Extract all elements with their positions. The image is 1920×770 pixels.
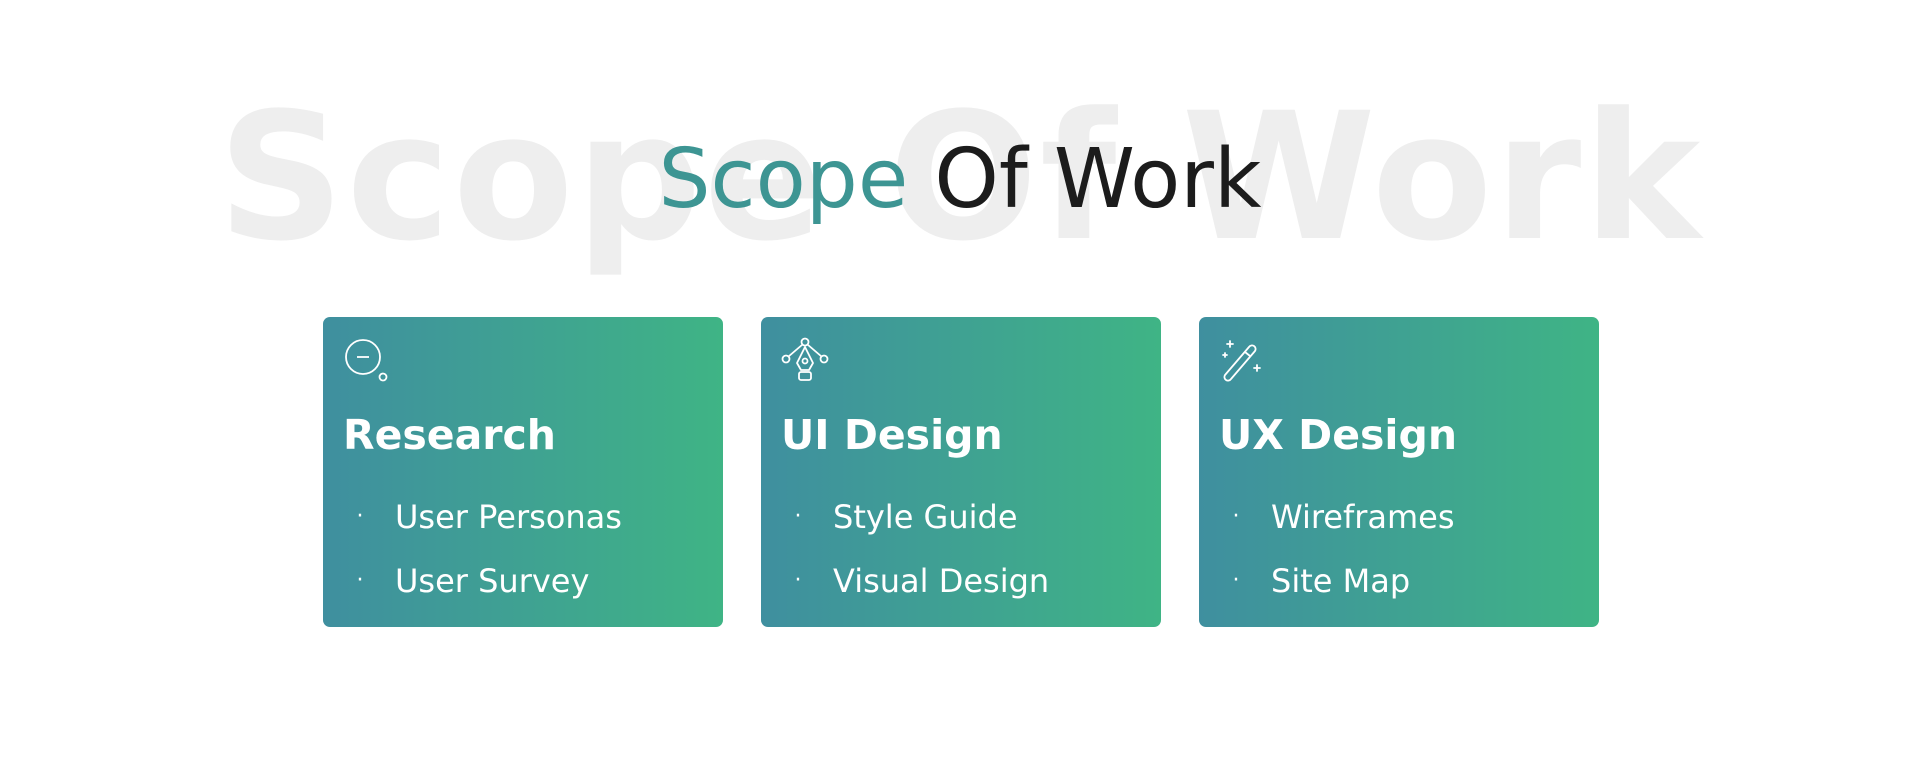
list-item-label: User Personas xyxy=(395,498,622,536)
list-item: · User Survey xyxy=(345,561,622,625)
card-ux-design: UX Design · Wireframes · Site Map xyxy=(1199,317,1599,627)
page: Scope Of Work Scope Of Work Research · Us… xyxy=(0,0,1920,770)
bullet: · xyxy=(794,568,802,593)
bullet: · xyxy=(356,568,364,593)
service-cards: Research · User Personas · User Survey U… xyxy=(323,317,1599,627)
list-item: · Visual Design xyxy=(783,561,1050,625)
bullet: · xyxy=(1232,504,1240,529)
list-item-label: User Survey xyxy=(395,562,590,600)
list-item-label: Visual Design xyxy=(833,562,1050,600)
card-title: Research xyxy=(343,411,556,459)
list-item: · Wireframes xyxy=(1221,497,1455,561)
card-research: Research · User Personas · User Survey xyxy=(323,317,723,627)
magnifier-minus-icon xyxy=(343,337,391,385)
list-item: · Site Map xyxy=(1221,561,1455,625)
page-title: Scope Of Work xyxy=(0,130,1920,230)
list-item-label: Site Map xyxy=(1271,562,1411,600)
bullet: · xyxy=(356,504,364,529)
page-title-accent: Scope xyxy=(658,132,909,227)
card-list: · User Personas · User Survey xyxy=(345,497,622,625)
pen-tool-nodes-icon xyxy=(781,337,829,385)
list-item: · User Personas xyxy=(345,497,622,561)
bullet: · xyxy=(794,504,802,529)
bullet: · xyxy=(1232,568,1240,593)
page-title-rest: Of Work xyxy=(934,132,1262,227)
card-title: UI Design xyxy=(781,411,1003,459)
list-item: · Style Guide xyxy=(783,497,1049,561)
card-ui-design: UI Design · Style Guide · Visual Design xyxy=(761,317,1161,627)
magic-wand-icon xyxy=(1219,337,1267,385)
list-item-label: Wireframes xyxy=(1271,498,1455,536)
list-item-label: Style Guide xyxy=(833,498,1018,536)
card-list: · Wireframes · Site Map xyxy=(1221,497,1455,625)
card-list: · Style Guide · Visual Design xyxy=(783,497,1050,625)
card-title: UX Design xyxy=(1219,411,1458,459)
